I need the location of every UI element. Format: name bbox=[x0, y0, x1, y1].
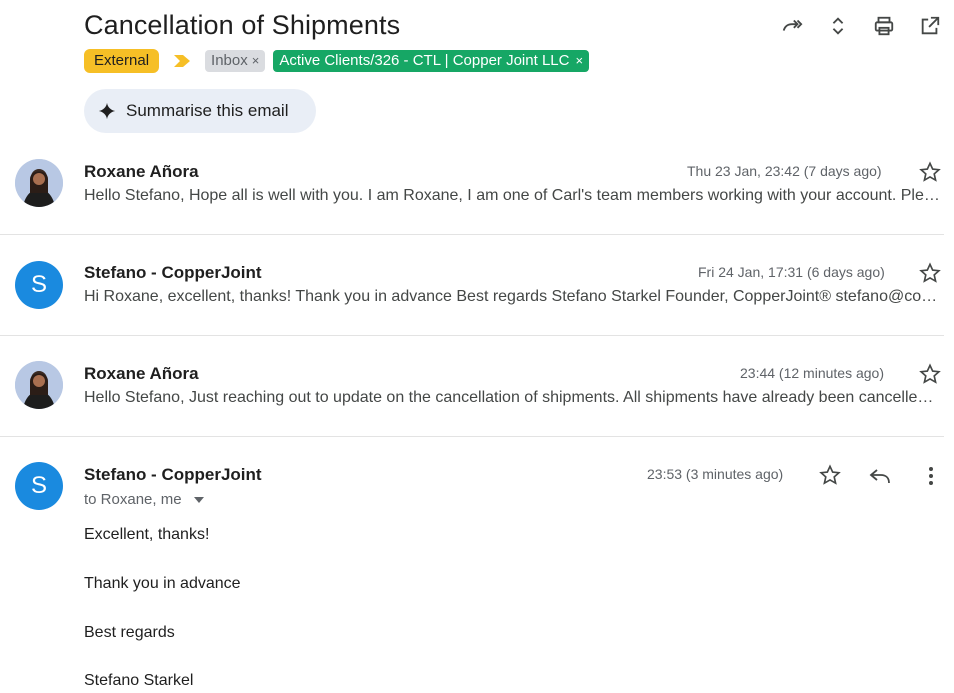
message-date: 23:53 (3 minutes ago) bbox=[647, 466, 784, 482]
body-line: Best regards bbox=[84, 624, 175, 641]
forward-all-icon[interactable] bbox=[780, 14, 804, 38]
body-line: Thank you in advance bbox=[84, 575, 241, 592]
avatar[interactable]: S bbox=[15, 462, 63, 510]
thread-toolbar bbox=[780, 14, 942, 38]
recipients-text: to Roxane, me bbox=[84, 491, 182, 508]
remove-client-label-icon[interactable]: × bbox=[575, 52, 583, 70]
reply-icon[interactable] bbox=[868, 464, 892, 488]
sender-name: Roxane Añora bbox=[84, 162, 199, 181]
summarise-label: Summarise this email bbox=[126, 101, 289, 120]
body-line: Stefano Starkel bbox=[84, 672, 194, 689]
expand-collapse-icon[interactable] bbox=[826, 14, 850, 38]
avatar[interactable] bbox=[15, 361, 63, 409]
star-icon[interactable] bbox=[819, 464, 841, 486]
inbox-label: Inbox × bbox=[205, 50, 266, 72]
show-details-chevron-icon[interactable] bbox=[193, 496, 204, 503]
message-snippet: Hello Stefano, Just reaching out to upda… bbox=[84, 389, 942, 406]
client-label-text: Active Clients/326 - CTL | Copper Joint … bbox=[279, 52, 570, 69]
client-label: Active Clients/326 - CTL | Copper Joint … bbox=[273, 50, 590, 72]
print-icon[interactable] bbox=[872, 14, 896, 38]
sender-name: Stefano - CopperJoint bbox=[84, 263, 262, 282]
sparkle-icon bbox=[98, 102, 116, 120]
message-divider bbox=[0, 436, 944, 437]
remove-inbox-label-icon[interactable]: × bbox=[252, 52, 260, 70]
message-divider bbox=[0, 335, 944, 336]
message-date: Thu 23 Jan, 23:42 (7 days ago) bbox=[687, 163, 882, 179]
message-date: Fri 24 Jan, 17:31 (6 days ago) bbox=[698, 264, 885, 280]
sender-name: Roxane Añora bbox=[84, 364, 199, 383]
message-date: 23:44 (12 minutes ago) bbox=[740, 365, 884, 381]
avatar[interactable] bbox=[15, 159, 63, 207]
label-row: External Inbox × Active Clients/326 - CT… bbox=[84, 49, 590, 73]
summarise-email-button[interactable]: Summarise this email bbox=[84, 89, 316, 133]
star-icon[interactable] bbox=[919, 161, 941, 183]
message-snippet: Hi Roxane, excellent, thanks! Thank you … bbox=[84, 288, 942, 305]
email-subject: Cancellation of Shipments bbox=[84, 10, 401, 40]
body-line: Excellent, thanks! bbox=[84, 526, 210, 543]
sender-name[interactable]: Stefano - CopperJoint bbox=[84, 465, 262, 485]
avatar[interactable]: S bbox=[15, 261, 63, 309]
more-options-icon[interactable] bbox=[921, 464, 941, 488]
message-snippet: Hello Stefano, Hope all is well with you… bbox=[84, 187, 942, 204]
message-divider bbox=[0, 234, 944, 235]
external-tag: External bbox=[84, 49, 160, 73]
inbox-label-text: Inbox bbox=[211, 52, 248, 69]
star-icon[interactable] bbox=[919, 262, 941, 284]
open-in-new-window-icon[interactable] bbox=[918, 14, 942, 38]
importance-marker-icon[interactable] bbox=[173, 54, 191, 68]
star-icon[interactable] bbox=[919, 363, 941, 385]
recipients-line: to Roxane, me bbox=[84, 491, 204, 508]
